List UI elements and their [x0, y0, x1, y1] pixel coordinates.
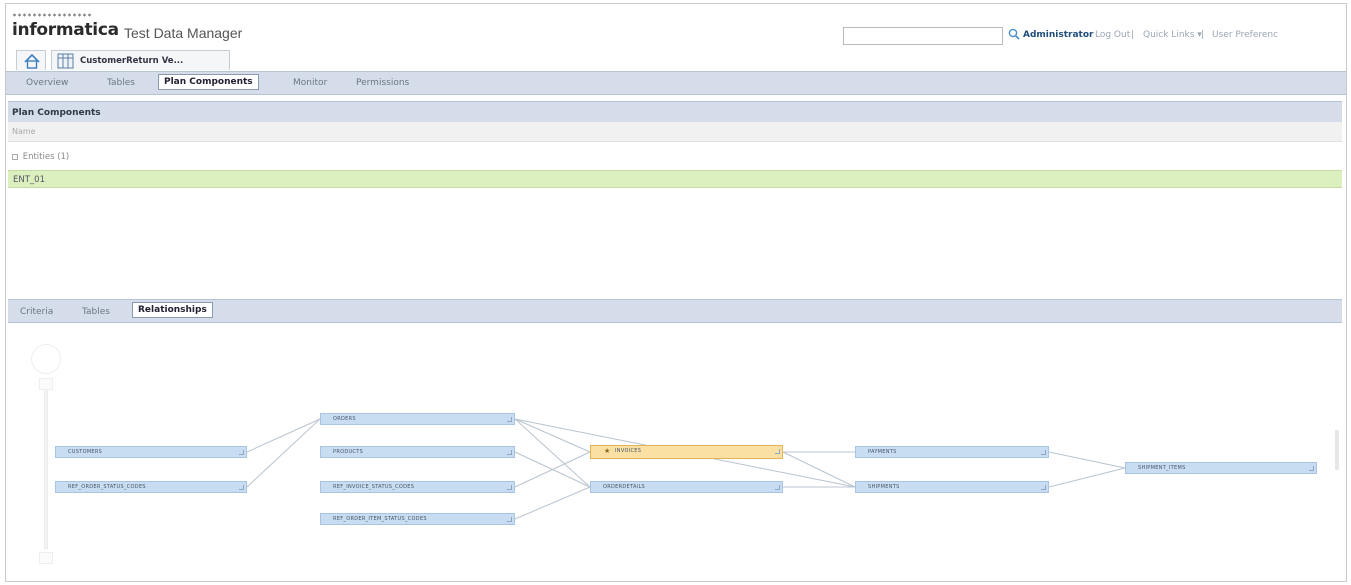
diagram-scroll-handle[interactable] [1335, 430, 1339, 470]
expand-icon[interactable] [775, 485, 780, 490]
node-invoices[interactable]: ★ INVOICES [590, 445, 783, 459]
expand-icon[interactable] [239, 485, 244, 490]
node-label: CUSTOMERS [68, 449, 103, 455]
link [246, 418, 321, 453]
expand-icon[interactable] [1041, 450, 1046, 455]
node-label: PRODUCTS [333, 449, 364, 455]
node-ref-order-item-status-codes[interactable]: REF_ORDER_ITEM_STATUS_CODES [320, 513, 515, 525]
node-customers[interactable]: CUSTOMERS [55, 446, 247, 458]
expand-icon[interactable] [1309, 466, 1314, 471]
node-label: ORDERDETAILS [603, 484, 646, 490]
expand-icon[interactable] [507, 450, 512, 455]
link [514, 418, 591, 453]
node-ref-order-status-codes[interactable]: REF_ORDER_STATUS_CODES [55, 481, 247, 493]
expand-icon[interactable] [507, 417, 512, 422]
node-label: REF_ORDER_ITEM_STATUS_CODES [333, 516, 427, 522]
node-shipments[interactable]: SHIPMENTS [855, 481, 1049, 493]
node-label: ORDERS [333, 416, 356, 422]
link [246, 418, 321, 488]
expand-icon[interactable] [775, 449, 780, 454]
node-label: REF_INVOICE_STATUS_CODES [333, 484, 415, 490]
link [514, 418, 591, 488]
expand-icon[interactable] [1041, 485, 1046, 490]
link [514, 486, 591, 520]
node-products[interactable]: PRODUCTS [320, 446, 515, 458]
node-orders[interactable]: ORDERS [320, 413, 515, 425]
expand-icon[interactable] [507, 485, 512, 490]
node-label: SHIPMENT_ITEMS [1138, 465, 1186, 471]
link [782, 451, 856, 488]
node-label: INVOICES [615, 448, 642, 454]
link [1048, 451, 1126, 469]
node-label: PAYMENTS [868, 449, 897, 455]
link [1048, 467, 1126, 488]
node-label: REF_ORDER_STATUS_CODES [68, 484, 146, 490]
expand-icon[interactable] [507, 517, 512, 522]
node-ref-invoice-status-codes[interactable]: REF_INVOICE_STATUS_CODES [320, 481, 515, 493]
node-payments[interactable]: PAYMENTS [855, 446, 1049, 458]
expand-icon[interactable] [239, 450, 244, 455]
node-shipment-items[interactable]: SHIPMENT_ITEMS [1125, 462, 1317, 474]
star-icon: ★ [604, 447, 611, 455]
node-label: SHIPMENTS [868, 484, 900, 490]
node-orderdetails[interactable]: ORDERDETAILS [590, 481, 783, 493]
relationship-links [246, 418, 1126, 520]
